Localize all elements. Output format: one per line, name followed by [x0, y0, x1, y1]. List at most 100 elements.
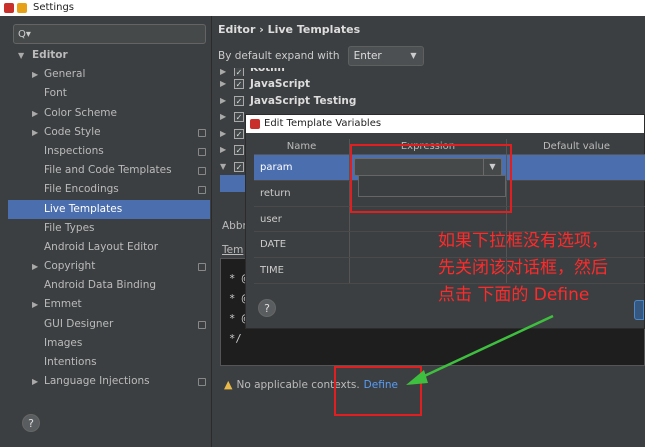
sidebar-item-android-layout-editor[interactable]: Android Layout Editor — [8, 238, 210, 257]
dialog-titlebar: Edit Template Variables — [246, 115, 644, 133]
sidebar-item-android-data-binding[interactable]: Android Data Binding — [8, 276, 210, 295]
window-title: Settings — [33, 2, 75, 13]
checkbox[interactable]: ✓ — [234, 95, 244, 106]
sidebar-item-copyright[interactable]: ▶ Copyright — [8, 257, 210, 276]
expand-select[interactable]: Enter ▼ — [347, 46, 424, 66]
sidebar-item-label: Copyright — [44, 260, 96, 273]
sidebar-item-live-templates[interactable]: Live Templates — [8, 199, 210, 219]
variable-name: param — [254, 155, 350, 180]
app-icon — [250, 119, 260, 129]
sidebar-item-label: General — [44, 68, 86, 81]
sidebar-item-label: Font — [44, 87, 67, 100]
expand-value: Enter — [353, 50, 382, 62]
help-icon[interactable]: ? — [22, 414, 40, 432]
sidebar-item-label: Images — [44, 336, 83, 349]
help-icon[interactable]: ? — [258, 299, 276, 317]
column-header-default[interactable]: Default value — [507, 139, 645, 154]
project-scope-icon — [198, 128, 206, 137]
template-group[interactable]: ▶ ✓ JavaScript Testing — [220, 93, 640, 110]
template-group[interactable]: ▶ ✓ Kotlin — [220, 68, 640, 76]
checkbox[interactable]: ✓ — [234, 128, 244, 139]
sidebar-item-label: Editor — [32, 49, 68, 61]
expand-arrow-icon[interactable]: ▶ — [32, 257, 38, 276]
expand-arrow-icon[interactable]: ▶ — [32, 65, 38, 84]
sidebar-item-inspections[interactable]: Inspections — [8, 142, 210, 161]
template-group-label: Kotlin — [250, 68, 285, 76]
sidebar-item-editor[interactable]: ▼ Editor — [8, 46, 210, 65]
sidebar-item-images[interactable]: Images — [8, 334, 210, 353]
sidebar-item-label: Code Style — [44, 125, 101, 138]
template-group[interactable]: ▶ ✓ JavaScript — [220, 76, 640, 93]
variable-name: DATE — [254, 232, 350, 258]
expand-arrow-icon[interactable]: ▶ — [32, 372, 38, 391]
sidebar-item-intentions[interactable]: Intentions — [8, 353, 210, 372]
annotation-line: 如果下拉框没有选项， — [438, 231, 608, 251]
sidebar-item-label: File Types — [44, 221, 95, 234]
sidebar-item-label: Inspections — [44, 144, 104, 157]
template-text-label: Tem — [222, 244, 244, 256]
expand-arrow-icon[interactable]: ▶ — [32, 295, 38, 314]
collapse-arrow-icon[interactable]: ▼ — [18, 46, 24, 65]
sidebar-item-label: Intentions — [44, 356, 97, 368]
sidebar-item-file-encodings[interactable]: File Encodings — [8, 180, 210, 199]
annotation-text: 如果下拉框没有选项， 先关闭该对话框，然后 点击 下面的 Define — [438, 228, 608, 309]
sidebar-item-label: Android Layout Editor — [44, 240, 159, 253]
expand-arrow-icon: ▶ — [220, 68, 227, 76]
sidebar-item-gui-designer[interactable]: GUI Designer — [8, 315, 210, 334]
default-value-cell[interactable] — [507, 155, 645, 180]
project-scope-icon — [198, 147, 206, 156]
annotation-line: 点击 下面的 Define — [438, 285, 590, 305]
sidebar-item-code-style[interactable]: ▶ Code Style — [8, 123, 210, 142]
template-group-label: JavaScript Testing — [250, 94, 357, 107]
checkbox[interactable]: ✓ — [234, 112, 244, 123]
sidebar-item-file-and-code-templates[interactable]: File and Code Templates — [8, 161, 210, 180]
variable-name: return — [254, 180, 350, 206]
sidebar-item-label: Emmet — [44, 298, 82, 311]
sidebar-item-label: Android Data Binding — [44, 279, 157, 292]
checkbox[interactable]: ✓ — [234, 145, 244, 156]
abbreviation-label: Abbr — [222, 220, 247, 232]
template-group-label: JavaScript — [250, 78, 311, 90]
checkbox[interactable]: ✓ — [234, 161, 244, 172]
highlight-box-expression — [350, 144, 512, 213]
sidebar-item-general[interactable]: ▶ General — [8, 65, 210, 84]
chevron-down-icon: ▼ — [410, 51, 417, 60]
collapse-arrow-icon: ▼ — [220, 161, 227, 171]
expand-arrow-icon: ▶ — [220, 145, 227, 154]
project-scope-icon — [198, 378, 206, 387]
warning-icon: ▲ — [224, 378, 233, 391]
highlight-box-define — [334, 366, 422, 416]
expand-arrow-icon[interactable]: ▶ — [32, 104, 38, 123]
expand-arrow-icon: ▶ — [220, 128, 227, 138]
sidebar-item-emmet[interactable]: ▶ Emmet — [8, 295, 210, 314]
project-scope-icon — [198, 186, 206, 195]
settings-tree: ▼ Editor ▶ General Font ▶ Color Scheme ▶ Code St… — [8, 46, 210, 391]
checkbox[interactable]: ✓ — [234, 68, 244, 76]
project-scope-icon — [198, 263, 206, 272]
window-titlebar: Settings — [0, 0, 645, 16]
sidebar-item-label: File and Code Templates — [44, 164, 172, 177]
default-value-cell[interactable] — [507, 181, 645, 206]
sidebar-item-language-injections[interactable]: ▶ Language Injections — [8, 372, 210, 391]
expand-label: By default expand with — [218, 50, 340, 62]
checkbox[interactable]: ✓ — [234, 79, 244, 90]
expand-arrow-icon[interactable]: ▶ — [32, 123, 38, 142]
settings-sidebar: Q▾ ▼ Editor ▶ General Font ▶ Color Scheme ▶ Code… — [0, 16, 212, 447]
sidebar-item-color-scheme[interactable]: ▶ Color Scheme — [8, 104, 210, 123]
app-icon — [4, 3, 14, 13]
column-header-name[interactable]: Name — [254, 139, 350, 154]
sidebar-item-file-types[interactable]: File Types — [8, 219, 210, 238]
expand-row: By default expand with Enter ▼ — [218, 46, 424, 66]
intellij-icon — [17, 3, 27, 13]
variable-name: TIME — [254, 258, 350, 283]
variable-name: user — [254, 206, 350, 232]
sidebar-item-font[interactable]: Font — [8, 84, 210, 103]
ok-button[interactable] — [634, 300, 644, 320]
search-icon: Q▾ — [18, 28, 31, 40]
code-line: */ — [229, 333, 242, 345]
search-input[interactable]: Q▾ — [13, 24, 206, 44]
expand-arrow-icon: ▶ — [220, 95, 227, 105]
dialog-title: Edit Template Variables — [264, 118, 382, 129]
project-scope-icon — [198, 167, 206, 176]
annotation-line: 先关闭该对话框，然后 — [438, 258, 608, 278]
